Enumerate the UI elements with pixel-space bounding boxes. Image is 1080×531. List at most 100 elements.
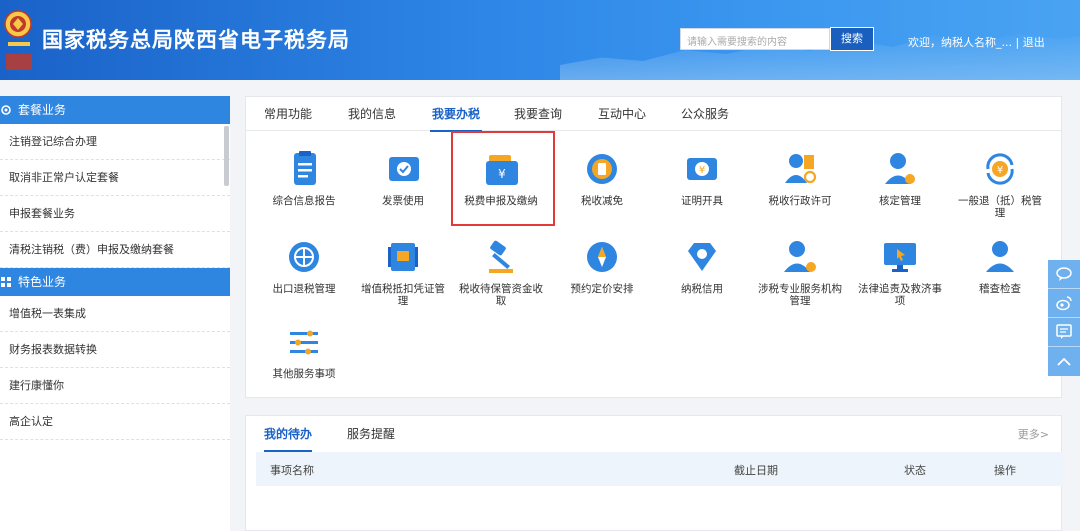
func-label: 税收行政许可 (768, 195, 832, 207)
func-inspect[interactable]: 稽查检查 (957, 237, 1043, 295)
func-custody-fund[interactable]: 税收待保管资金收取 (458, 237, 544, 307)
sidebar-item[interactable]: 高企认定 (0, 404, 230, 440)
func-label: 增值税抵扣凭证管理 (361, 283, 445, 307)
sidebar-item[interactable]: 取消非正常户认定套餐 (0, 160, 230, 196)
back-to-top-button[interactable] (1048, 347, 1080, 376)
weibo-icon (1056, 296, 1072, 311)
compass-icon (587, 242, 617, 272)
tab-common[interactable]: 常用功能 (264, 97, 312, 131)
func-label: 核定管理 (879, 195, 921, 207)
func-label: 综合信息报告 (272, 195, 336, 207)
tab-my-info[interactable]: 我的信息 (348, 97, 396, 131)
func-tax-relief[interactable]: 税收减免 (559, 149, 645, 207)
credit-diamond-icon (688, 243, 716, 271)
logout-link[interactable]: 退出 (1023, 36, 1045, 49)
invoice-icon (389, 157, 419, 181)
document-report-icon (294, 151, 316, 185)
column-header: 截止日期 (734, 464, 778, 477)
todo-tabs: 我的待办 服务提醒 更多> (246, 416, 1061, 452)
func-label: 税收减免 (581, 195, 623, 207)
tab-do-tax[interactable]: 我要办税 (429, 97, 483, 132)
tab-reminder[interactable]: 服务提醒 (347, 416, 395, 452)
sidebar-item[interactable]: 建行康懂你 (0, 368, 230, 404)
sidebar-group-label: 特色业务 (18, 275, 67, 289)
todo-panel: 我的待办 服务提醒 更多> 事项名称 截止日期 状态 操作 (245, 415, 1063, 531)
column-header: 操作 (994, 464, 1016, 477)
sidebar-group-package[interactable]: 套餐业务 (0, 96, 230, 124)
sidebar-group-feature[interactable]: 特色业务 (0, 268, 230, 296)
settings-icon (1, 105, 11, 115)
func-other[interactable]: 其他服务事项 (261, 322, 347, 380)
separator: | (1015, 36, 1020, 49)
agency-user-icon (784, 241, 816, 272)
func-info-report[interactable]: 综合信息报告 (261, 149, 347, 207)
func-agency[interactable]: 涉税专业服务机构管理 (757, 237, 843, 307)
highlight-box (451, 131, 555, 226)
search-button[interactable]: 搜索 (830, 27, 874, 51)
func-label: 涉税专业服务机构管理 (758, 283, 842, 307)
svg-text:¥: ¥ (699, 165, 705, 176)
func-label: 稽查检查 (979, 283, 1021, 295)
func-verify[interactable]: 核定管理 (857, 149, 943, 207)
func-legal[interactable]: 法律追责及救济事项 (857, 237, 943, 307)
sliders-icon (290, 330, 318, 355)
search-input[interactable]: 请输入需要搜索的内容 (680, 28, 830, 50)
func-label: 发票使用 (382, 195, 424, 207)
more-link[interactable]: 更多> (1018, 426, 1049, 442)
sidebar-item[interactable]: 申报套餐业务 (0, 196, 230, 232)
func-label: 纳税信用 (681, 283, 723, 295)
sidebar-scrollbar[interactable] (224, 126, 229, 186)
func-label: 其他服务事项 (272, 368, 336, 380)
sidebar: 套餐业务 注销登记综合办理 取消非正常户认定套餐 申报套餐业务 清税注销税（费）… (0, 96, 230, 531)
func-label: 一般退（抵）税管理 (958, 195, 1042, 219)
floating-toolbar (1048, 260, 1080, 376)
chat-button[interactable] (1048, 260, 1080, 289)
todo-table-header: 事项名称 截止日期 状态 操作 (256, 452, 1063, 486)
inspect-user-icon (986, 241, 1014, 272)
function-panel: 常用功能 我的信息 我要办税 我要查询 互动中心 公众服务 综合信息报告 发票使… (245, 96, 1062, 398)
site-title: 国家税务总局陕西省电子税务局 (42, 28, 350, 52)
top-header: 国家税务总局陕西省电子税务局 请输入需要搜索的内容 搜索 欢迎，纳税人名称_..… (0, 0, 1080, 80)
monitor-cursor-icon (884, 243, 916, 272)
sidebar-item[interactable]: 增值税一表集成 (0, 296, 230, 332)
admin-license-icon (785, 154, 817, 184)
func-export-refund[interactable]: 出口退税管理 (261, 237, 347, 295)
func-admin-license[interactable]: 税收行政许可 (757, 149, 843, 207)
refund-cycle-icon: ¥ (986, 153, 1014, 185)
tab-query[interactable]: 我要查询 (514, 97, 562, 131)
func-credit[interactable]: 纳税信用 (659, 237, 745, 295)
verify-user-icon (885, 153, 915, 184)
weibo-button[interactable] (1048, 289, 1080, 318)
func-certificate[interactable]: ¥ 证明开具 (659, 149, 745, 207)
func-pricing[interactable]: 预约定价安排 (559, 237, 645, 295)
feedback-button[interactable] (1048, 318, 1080, 347)
sidebar-item[interactable]: 清税注销税（费）申报及缴纳套餐 (0, 232, 230, 268)
func-label: 税收待保管资金收取 (459, 283, 543, 307)
chat-bubble-icon (1056, 267, 1072, 281)
sidebar-item[interactable]: 财务报表数据转换 (0, 332, 230, 368)
welcome-text: 欢迎，纳税人名称_... (908, 36, 1012, 49)
welcome-bar: 欢迎，纳税人名称_... | 退出 (908, 34, 1045, 50)
func-invoice[interactable]: 发票使用 (360, 149, 446, 207)
sidebar-group-label: 套餐业务 (18, 103, 67, 117)
tab-interact[interactable]: 互动中心 (598, 97, 646, 131)
tax-emblem-logo (4, 10, 32, 70)
sidebar-item[interactable]: 注销登记综合办理 (0, 124, 230, 160)
func-label: 法律追责及救济事项 (858, 283, 942, 307)
feedback-icon (1056, 324, 1072, 339)
func-label: 预约定价安排 (570, 283, 634, 295)
func-label: 证明开具 (681, 195, 723, 207)
hammer-icon (489, 240, 513, 273)
certificate-ticket-icon: ¥ (687, 158, 717, 180)
func-label: 出口退税管理 (272, 283, 336, 295)
main-tabs: 常用功能 我的信息 我要办税 我要查询 互动中心 公众服务 (246, 97, 1061, 132)
func-refund[interactable]: ¥ 一般退（抵）税管理 (957, 149, 1043, 219)
tab-my-todo[interactable]: 我的待办 (264, 416, 313, 452)
column-header: 状态 (904, 464, 926, 477)
column-header: 事项名称 (270, 464, 314, 477)
tab-public[interactable]: 公众服务 (681, 97, 729, 131)
tax-relief-coin-icon (587, 154, 617, 184)
export-globe-icon (289, 242, 319, 272)
func-vat-voucher[interactable]: 增值税抵扣凭证管理 (360, 237, 446, 307)
chevron-up-icon (1057, 357, 1071, 366)
